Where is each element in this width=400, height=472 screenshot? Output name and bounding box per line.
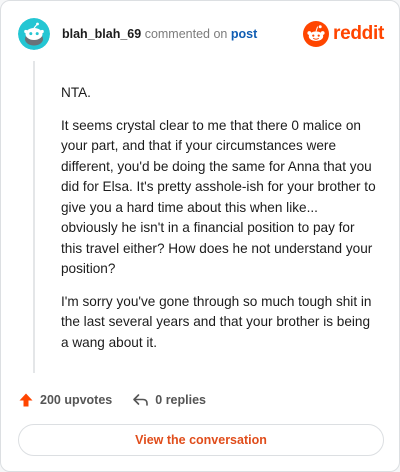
comment-paragraph: I'm sorry you've gone through so much to… [61, 293, 372, 350]
reddit-wordmark: reddit [333, 23, 384, 44]
comment-paragraph: NTA. [61, 85, 91, 100]
username-link[interactable]: blah_blah_69 [62, 27, 141, 41]
upvote-count: 200 upvotes [40, 393, 113, 407]
reddit-snoo-icon [303, 21, 330, 47]
comment-header: blah_blah_69 commented on post reddit [18, 18, 384, 50]
view-conversation-button[interactable]: View the conversation [18, 424, 384, 456]
upvote-button[interactable]: 200 upvotes [18, 392, 112, 408]
reply-arrow-icon [133, 394, 149, 406]
comment-paragraph: It seems crystal clear to me that there … [61, 117, 376, 277]
comment-embed-card: blah_blah_69 commented on post reddit NT… [0, 0, 400, 472]
comment-actions: 200 upvotes 0 replies [18, 389, 226, 411]
thread-line [33, 61, 35, 373]
reply-button[interactable]: 0 replies [132, 392, 206, 408]
reddit-logo[interactable]: reddit [303, 21, 384, 47]
reply-count: 0 replies [155, 393, 206, 407]
user-avatar[interactable] [18, 18, 50, 50]
comment-meta: blah_blah_69 commented on post [62, 27, 257, 41]
post-link[interactable]: post [231, 27, 257, 41]
snoo-avatar-icon [18, 18, 50, 50]
comment-body: NTA. It seems crystal clear to me that t… [61, 83, 377, 365]
action-text: commented on [144, 27, 228, 41]
arrow-up-icon [19, 393, 33, 407]
